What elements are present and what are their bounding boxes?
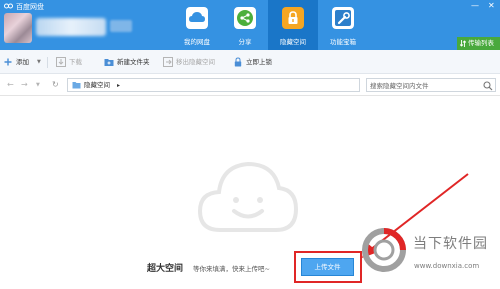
cloud-icon [186,7,208,29]
back-arrow-icon[interactable]: ← [7,79,14,91]
download-button[interactable]: 下载 [56,56,90,68]
transfer-label: 传输列表 [468,39,494,47]
tab-label: 隐藏空间 [280,38,306,46]
toolbar: 添加 ▼ 下载 新建文件夹 移出隐藏空间 立即上锁 [0,50,500,74]
transfer-icon [460,40,466,47]
forward-arrow-icon[interactable]: → [21,79,28,91]
move-out-icon [163,57,173,67]
tab-label: 分享 [238,38,252,46]
lock-icon [234,57,242,67]
tab-my-netdisk[interactable]: 我的网盘 [172,0,222,50]
watermark-title: 当下软件园 [413,236,488,252]
vip-badge-blurred [110,20,132,32]
history-dropdown-icon[interactable]: ▼ [36,79,40,91]
breadcrumb[interactable]: 隐藏空间 ▸ [67,78,360,92]
breadcrumb-item[interactable]: 隐藏空间 [84,80,110,91]
tab-label: 我的网盘 [184,38,210,46]
title-bar: 百度网盘 我的网盘 分享 隐藏空间 功能宝箱 — ✕ 传输列表 [0,0,500,50]
search-input[interactable] [370,80,478,91]
share-icon [234,7,256,29]
downxia-logo-icon [362,228,406,272]
address-bar: ← → ▼ ↻ 隐藏空间 ▸ [0,74,500,96]
empty-state-title: 超大空间 [147,264,184,274]
tab-share[interactable]: 分享 [220,0,270,50]
plus-icon [4,58,12,66]
new-folder-icon [104,59,114,66]
breadcrumb-arrow-icon[interactable]: ▸ [117,80,120,91]
lock-icon [282,7,304,29]
wrench-icon [332,7,354,29]
tab-label: 功能宝箱 [330,38,356,46]
add-button[interactable]: 添加 ▼ [3,56,43,68]
search-icon[interactable] [483,81,493,91]
toolbar-divider [47,57,48,68]
transfer-list-button[interactable]: 传输列表 [457,37,500,50]
download-icon [56,57,66,67]
app-title: 百度网盘 [16,3,44,11]
baidu-netdisk-logo-icon [4,3,13,9]
folder-icon [72,82,81,89]
empty-state-subtitle: 等你来填满，快来上传吧~ [193,265,270,273]
new-folder-button[interactable]: 新建文件夹 [104,56,158,68]
chevron-down-icon: ▼ [37,59,41,65]
move-out-button[interactable]: 移出隐藏空间 [163,56,227,68]
tab-hidden-space[interactable]: 隐藏空间 [268,0,318,50]
avatar[interactable] [4,13,32,43]
watermark-url: www.downxia.com [414,262,480,270]
username-blurred[interactable] [36,18,106,36]
minimize-button[interactable]: — [471,1,479,10]
close-button[interactable]: ✕ [488,1,495,10]
cloud-smiley-icon [197,161,299,232]
lock-now-button[interactable]: 立即上锁 [233,56,283,68]
refresh-icon[interactable]: ↻ [52,79,59,91]
search-box [366,78,496,92]
tab-toolbox[interactable]: 功能宝箱 [318,0,368,50]
